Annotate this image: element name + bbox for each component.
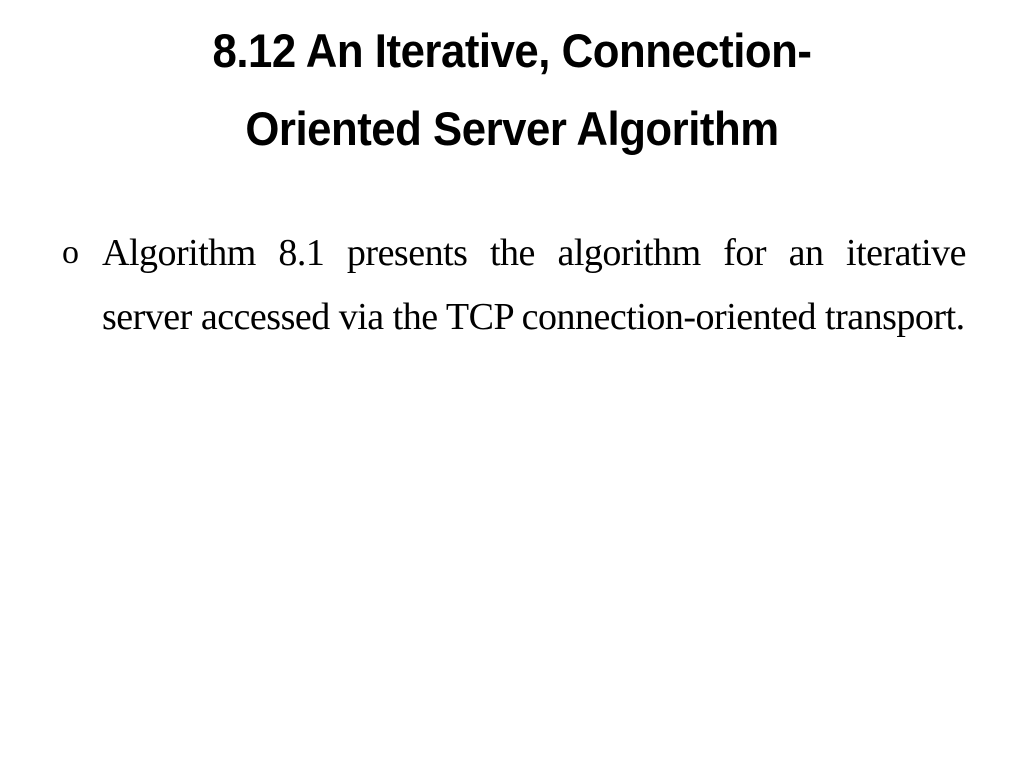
bullet-list: o Algorithm 8.1 presents the algorithm f… bbox=[62, 221, 967, 349]
slide-title: 8.12 An Iterative, Connection- Oriented … bbox=[92, 12, 933, 168]
slide-title-line-2: Oriented Server Algorithm bbox=[245, 102, 779, 155]
bullet-text: Algorithm 8.1 presents the algorithm for… bbox=[102, 232, 967, 338]
slide-title-line-1: 8.12 An Iterative, Connection- bbox=[212, 24, 812, 77]
slide: 8.12 An Iterative, Connection- Oriented … bbox=[0, 0, 1024, 768]
bullet-item: o Algorithm 8.1 presents the algorithm f… bbox=[62, 221, 967, 349]
hollow-circle-bullet-icon: o bbox=[62, 234, 79, 271]
